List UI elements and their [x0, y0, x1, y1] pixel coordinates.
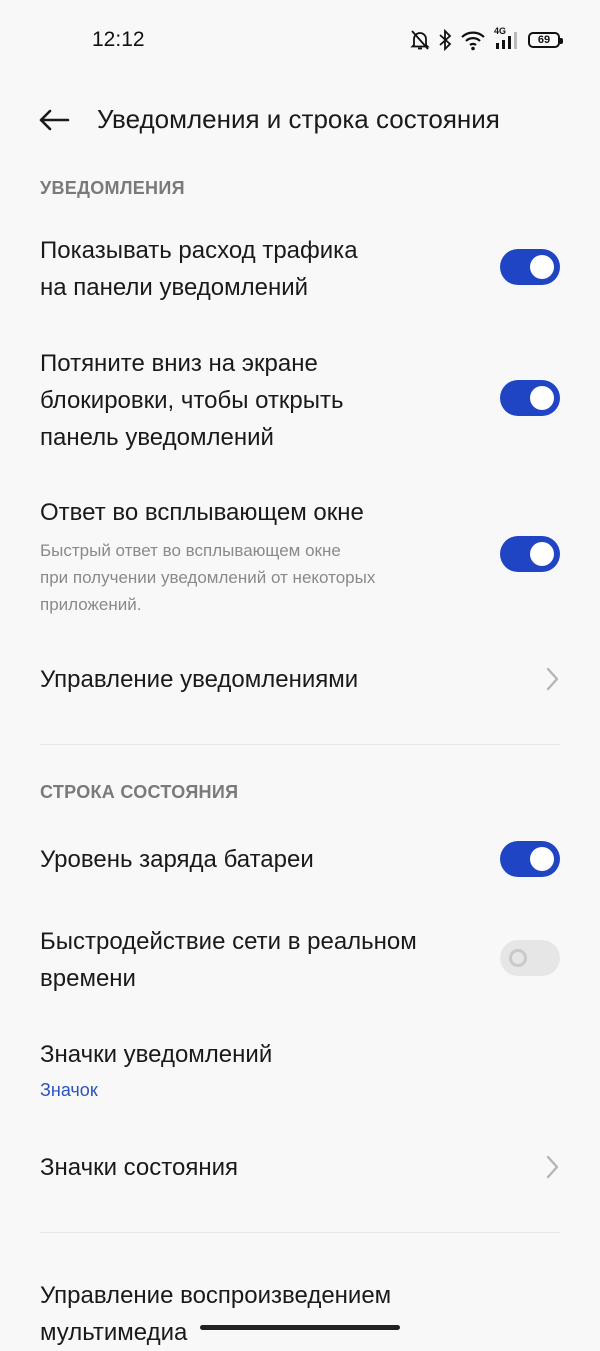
- wifi-icon: [460, 29, 486, 51]
- battery-icon: 69: [528, 32, 563, 48]
- setting-title-line: Управление воспроизведением: [40, 1282, 392, 1309]
- toggle-knob: [530, 542, 554, 566]
- setting-title-line: Потяните вниз на экране: [40, 350, 318, 377]
- setting-value: Значок: [40, 1080, 98, 1100]
- setting-title-line: блокировки, чтобы открыть: [40, 387, 344, 414]
- setting-title-line: на панели уведомлений: [40, 274, 309, 301]
- chevron-right-icon: [546, 667, 559, 691]
- setting-title-line: Показывать расход трафика: [40, 237, 358, 264]
- setting-title: Управление уведомлениями: [40, 666, 359, 693]
- status-time: 12:12: [92, 28, 145, 51]
- setting-title: Значки состояния: [40, 1154, 238, 1181]
- setting-title: Значки уведомлений: [40, 1041, 273, 1068]
- toggle-knob: [530, 847, 554, 871]
- bell-muted-icon: [410, 29, 430, 51]
- battery-level-toggle[interactable]: [500, 841, 560, 877]
- network-speed-toggle[interactable]: [500, 940, 560, 976]
- setting-subtitle-line: Быстрый ответ во всплывающем окне: [40, 541, 341, 560]
- back-button[interactable]: [32, 100, 76, 140]
- toggle-knob: [530, 386, 554, 410]
- bluetooth-icon: [438, 29, 452, 51]
- section-title-status-bar: СТРОКА СОСТОЯНИЯ: [40, 782, 239, 802]
- setting-title-line: панель уведомлений: [40, 424, 274, 451]
- setting-title-line: времени: [40, 965, 136, 992]
- setting-title: Уровень заряда батареи: [40, 846, 314, 873]
- home-indicator[interactable]: [200, 1325, 400, 1330]
- arrow-left-icon: [39, 109, 70, 131]
- section-title-notifications: УВЕДОМЛЕНИЯ: [40, 178, 185, 198]
- traffic-usage-toggle[interactable]: [500, 249, 560, 285]
- divider: [40, 744, 560, 745]
- divider: [40, 1232, 560, 1233]
- chevron-right-icon: [546, 1155, 559, 1179]
- cellular-signal-icon: 4G: [494, 26, 520, 51]
- setting-subtitle-line: приложений.: [40, 595, 142, 614]
- toggle-knob: [530, 255, 554, 279]
- setting-title-line: Быстродействие сети в реальном: [40, 928, 417, 955]
- toggle-knob: [509, 949, 527, 967]
- status-bar: 12:12 4G 69: [0, 0, 600, 80]
- status-icons: 4G 69: [410, 26, 563, 54]
- setting-title: Ответ во всплывающем окне: [40, 499, 364, 526]
- page-title: Уведомления и строка состояния: [97, 104, 500, 134]
- app-header: Уведомления и строка состояния: [0, 92, 600, 148]
- setting-subtitle-line: при получении уведомлений от некоторых: [40, 568, 376, 587]
- pull-down-lockscreen-toggle[interactable]: [500, 380, 560, 416]
- popup-reply-toggle[interactable]: [500, 536, 560, 572]
- battery-level: 69: [537, 34, 551, 46]
